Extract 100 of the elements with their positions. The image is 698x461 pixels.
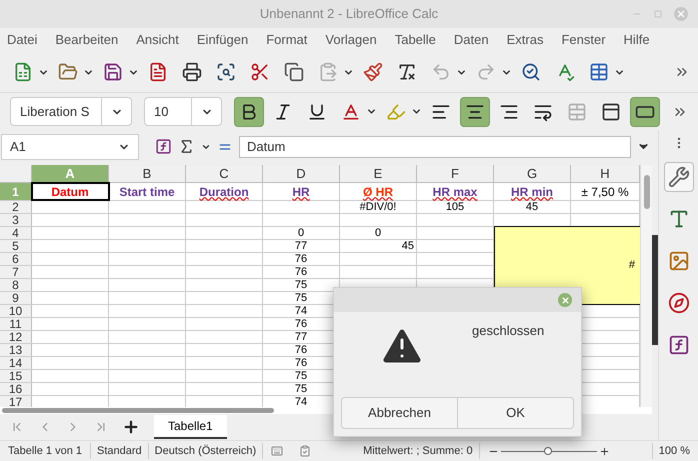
selection-status: Mittelwert: ; Summe: 0 bbox=[357, 442, 480, 460]
table-cell: Duration bbox=[186, 183, 263, 200]
close-icon bbox=[676, 9, 686, 19]
toolbar-button[interactable] bbox=[630, 96, 660, 126]
table-cell: Start time bbox=[109, 183, 186, 200]
table-cell: 0 bbox=[263, 227, 340, 239]
folder-icon bbox=[58, 62, 78, 82]
font-size-field[interactable]: 10 bbox=[144, 97, 222, 126]
table-cell: HR max bbox=[417, 183, 494, 200]
column-header[interactable]: G bbox=[494, 165, 571, 182]
formula-input-field[interactable]: Datum bbox=[239, 136, 631, 158]
merge-cells-icon bbox=[567, 102, 587, 122]
row-header[interactable]: 11 bbox=[0, 318, 32, 330]
menu-item[interactable]: Extras bbox=[506, 30, 544, 50]
clear-formatting-icon bbox=[397, 62, 417, 82]
search-icon bbox=[521, 62, 541, 82]
compass-icon bbox=[668, 292, 690, 314]
paintbrush-icon bbox=[363, 62, 383, 82]
table-cell: #DIV/0! bbox=[340, 201, 417, 213]
column-header[interactable]: B bbox=[109, 165, 186, 182]
menu-item[interactable]: Hilfe bbox=[624, 30, 650, 50]
printer-icon bbox=[182, 62, 202, 82]
dialog-button[interactable]: OK bbox=[457, 398, 573, 428]
clipboard-icon bbox=[318, 62, 338, 82]
row-header[interactable]: 10 bbox=[0, 305, 32, 317]
row-header[interactable]: 8 bbox=[0, 279, 32, 291]
dialog-button[interactable]: Abbrechen bbox=[342, 398, 457, 428]
menu-item[interactable]: Tabelle bbox=[394, 30, 436, 50]
row-header[interactable]: 15 bbox=[0, 370, 32, 382]
table-cell: 77 bbox=[263, 240, 340, 252]
column-header[interactable]: D bbox=[263, 165, 340, 182]
row-header[interactable]: 2 bbox=[0, 201, 32, 213]
sidebar-toggle[interactable] bbox=[652, 235, 658, 345]
row-header[interactable]: 17 bbox=[0, 396, 32, 407]
table-cell: 45 bbox=[494, 201, 571, 213]
underline-icon bbox=[307, 102, 327, 122]
table-cell: 76 bbox=[263, 253, 340, 265]
table-cell: HR min bbox=[494, 183, 571, 200]
table-icon bbox=[589, 62, 609, 82]
window-title: Unbenannt 2 - LibreOffice Calc bbox=[260, 5, 438, 24]
sheet-tab[interactable]: Tabelle1 bbox=[154, 415, 227, 439]
table-cell: HR bbox=[263, 183, 340, 200]
row-header[interactable]: 5 bbox=[0, 240, 32, 252]
row-header[interactable]: 4 bbox=[0, 227, 32, 239]
sidebar-button[interactable] bbox=[664, 162, 694, 192]
scissors-icon bbox=[250, 62, 270, 82]
table-cell: 105 bbox=[417, 201, 494, 213]
row-header[interactable]: 7 bbox=[0, 266, 32, 278]
dialog-message: geschlossen bbox=[472, 322, 544, 340]
menu-item[interactable]: Datei bbox=[7, 30, 38, 50]
font-color-icon bbox=[341, 102, 361, 122]
column-header[interactable]: C bbox=[186, 165, 263, 182]
zoom-slider[interactable] bbox=[500, 446, 597, 456]
copy-icon bbox=[284, 62, 304, 82]
horizontal-scrollbar[interactable] bbox=[2, 408, 274, 413]
sheet-status: Tabelle 1 von 1 bbox=[0, 442, 91, 460]
table-cell: Datum bbox=[32, 183, 109, 200]
menu-item[interactable]: Bearbeiten bbox=[55, 30, 118, 50]
document-modified-icon bbox=[299, 445, 312, 457]
gallery-icon bbox=[668, 250, 690, 272]
redo-icon bbox=[476, 62, 496, 82]
insert-mode-icon bbox=[271, 445, 284, 457]
row-header[interactable]: 6 bbox=[0, 253, 32, 265]
row-header[interactable]: 14 bbox=[0, 357, 32, 369]
zoom-reading: 100 % bbox=[652, 442, 698, 460]
font-name-field[interactable]: Liberation S bbox=[10, 97, 132, 126]
page-style-status: Standard bbox=[91, 442, 149, 460]
menu-item[interactable]: Fenster bbox=[561, 30, 606, 50]
zoom-thumb[interactable] bbox=[544, 447, 552, 455]
language-status: Deutsch (Österreich) bbox=[148, 442, 264, 460]
menu-item[interactable]: Ansicht bbox=[136, 30, 179, 50]
close-icon bbox=[560, 296, 570, 304]
align-top-icon bbox=[601, 102, 621, 122]
function-wizard-icon[interactable] bbox=[155, 138, 172, 155]
zoom-in-icon[interactable] bbox=[598, 446, 610, 456]
toolbar-button[interactable] bbox=[460, 96, 490, 126]
pdf-icon bbox=[148, 62, 168, 82]
function-icon bbox=[668, 334, 690, 356]
menu-item[interactable]: Daten bbox=[454, 30, 489, 50]
table-cell: Ø HR bbox=[340, 183, 417, 200]
spreadsheet-icon bbox=[13, 62, 33, 82]
add-sheet-icon[interactable] bbox=[122, 418, 140, 436]
column-header[interactable]: F bbox=[417, 165, 494, 182]
row-header[interactable]: 12 bbox=[0, 331, 32, 343]
table-cell: 0 bbox=[340, 227, 417, 239]
row-header[interactable]: 16 bbox=[0, 383, 32, 395]
wrench-icon bbox=[668, 166, 690, 188]
highlight-icon bbox=[386, 102, 406, 122]
menu-item[interactable]: Format bbox=[266, 30, 308, 50]
print-preview-icon bbox=[216, 62, 236, 82]
table-cell: 76 bbox=[263, 266, 340, 278]
row-header[interactable]: 3 bbox=[0, 214, 32, 226]
row-header[interactable]: 13 bbox=[0, 344, 32, 356]
toolbar-button[interactable] bbox=[234, 96, 264, 126]
column-header[interactable]: E bbox=[340, 165, 417, 182]
menu-item[interactable]: Einfügen bbox=[196, 30, 248, 50]
vertical-scrollbar[interactable] bbox=[640, 165, 652, 407]
name-box[interactable]: A1 bbox=[1, 134, 139, 160]
row-header[interactable]: 9 bbox=[0, 292, 32, 304]
menu-item[interactable]: Vorlagen bbox=[325, 30, 377, 50]
